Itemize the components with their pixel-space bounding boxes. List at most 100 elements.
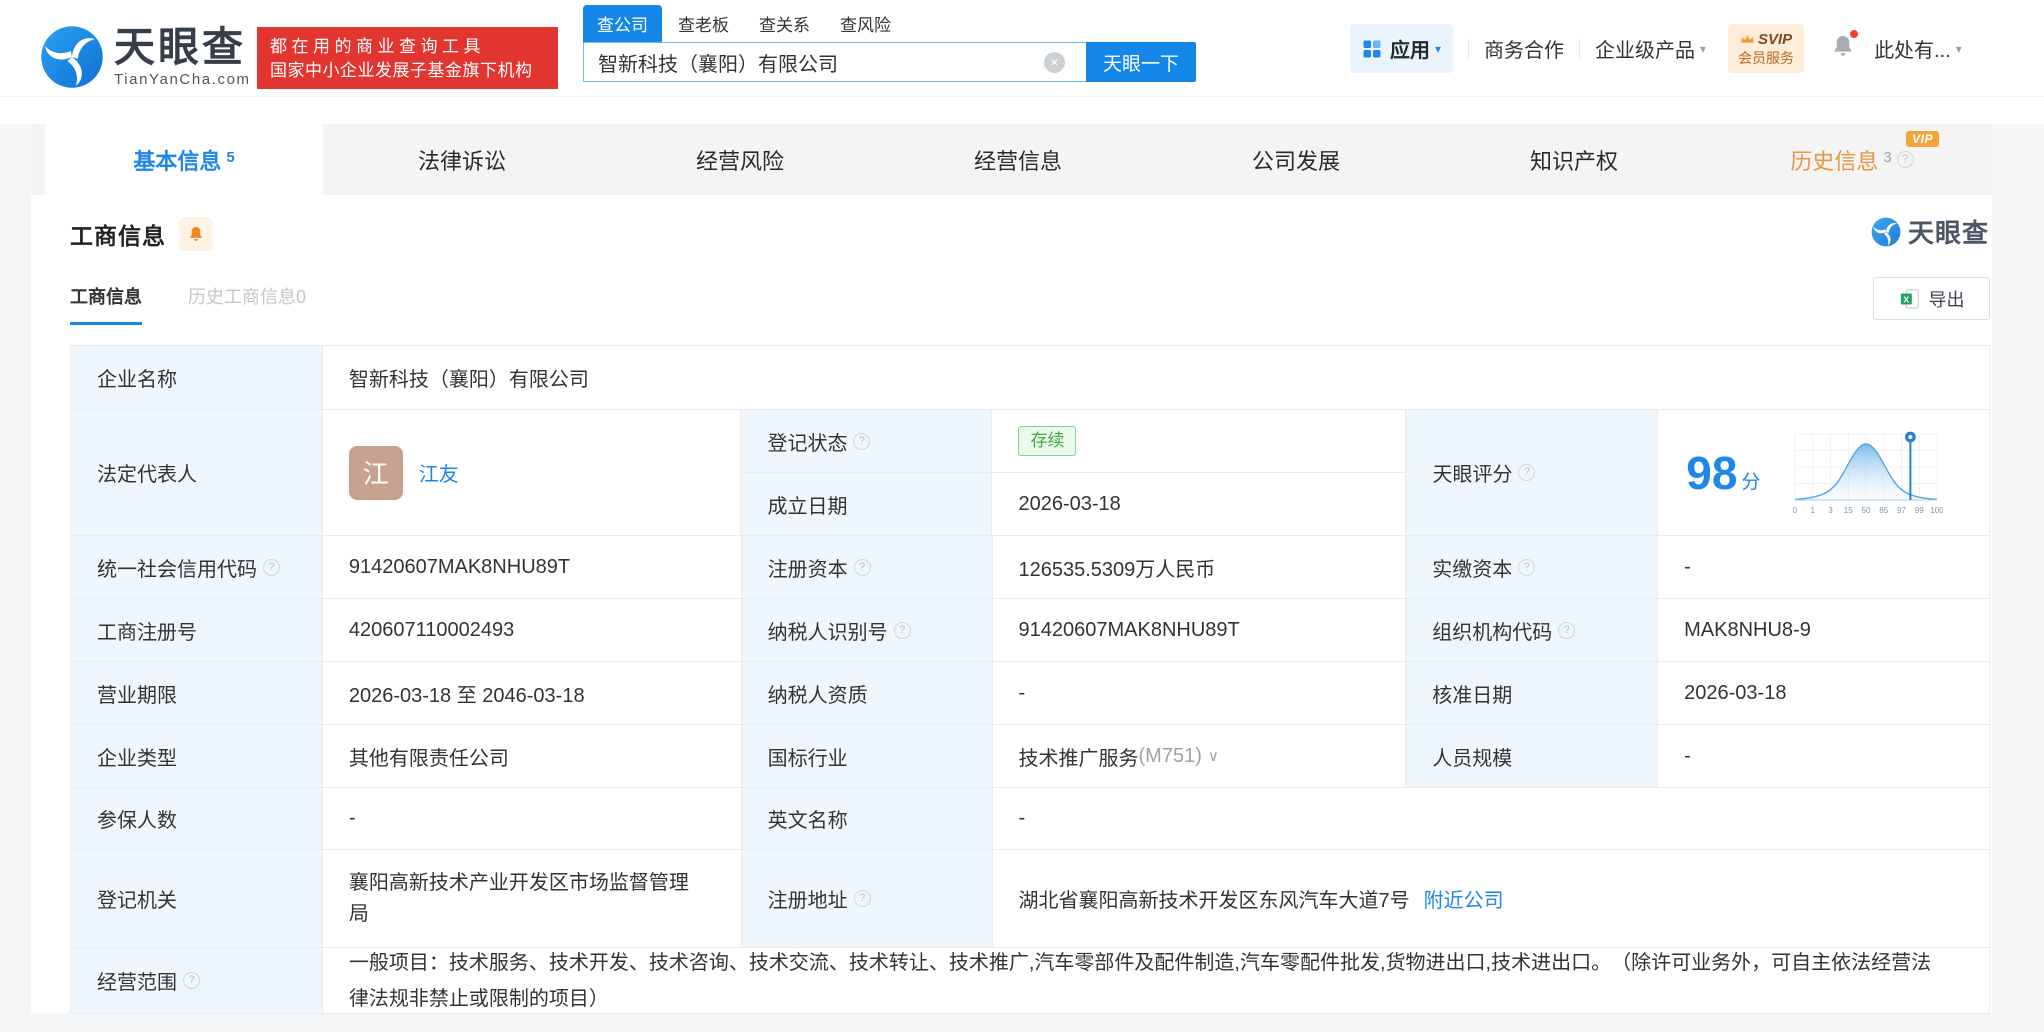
paid-capital-label: 实缴资本 ? [1406, 536, 1659, 599]
page: 天眼查 TianYanCha.com 都在用的商业查询工具 国家中小企业发展子基… [0, 0, 2044, 1032]
company-name-value: 智新科技（襄阳）有限公司 [322, 346, 1990, 410]
tab-operational-risk[interactable]: 经营风险 [601, 124, 879, 195]
svg-text:1: 1 [1811, 506, 1816, 515]
paid-capital-value: - [1658, 536, 1990, 599]
tab-history-info[interactable]: VIP 历史信息 3 ? [1713, 124, 1991, 195]
business-term-value: 2026-03-18 至 2046-03-18 [322, 662, 742, 725]
svg-text:85: 85 [1879, 506, 1888, 515]
export-button[interactable]: X 导出 [1873, 277, 1990, 320]
tab-business-info[interactable]: 经营信息 [879, 124, 1157, 195]
industry-label: 国标行业 [741, 725, 993, 788]
enterprise-products-link[interactable]: 企业级产品 [1595, 34, 1695, 63]
table-row: 经营范围 ? 一般项目：技术服务、技术开发、技术咨询、技术交流、技术转让、技术推… [71, 948, 1990, 1014]
help-icon[interactable]: ? [1896, 151, 1914, 168]
search-tab-boss[interactable]: 查老板 [678, 5, 729, 42]
search-tabs: 查公司 查老板 查关系 查风险 [583, 5, 1196, 42]
svip-member-button[interactable]: SVIP 会员服务 [1728, 23, 1805, 74]
tab-company-development[interactable]: 公司发展 [1157, 124, 1435, 195]
subtab-business-info[interactable]: 工商信息 [70, 283, 142, 325]
tianyancha-logo[interactable]: 天眼查 TianYanCha.com [40, 25, 251, 89]
tab-label: 法律诉讼 [417, 148, 506, 174]
header-gap [0, 97, 2044, 124]
help-icon[interactable]: ? [853, 890, 871, 907]
logo-domain: TianYanCha.com [114, 71, 251, 89]
search-tab-company[interactable]: 查公司 [583, 5, 662, 42]
notification-dot [1849, 29, 1860, 39]
score-distribution-chart: 0 1 3 15 50 85 97 99 100 [1793, 431, 1943, 515]
subtab-history-business-info[interactable]: 历史工商信息0 [188, 283, 306, 325]
reg-status-value: 存续 [992, 410, 1407, 473]
notifications-bell[interactable] [1830, 29, 1860, 64]
divider [1579, 38, 1581, 59]
header-menu: 应用 ▾ 商务合作 企业级产品 ▾ SVIP 会员服务 此处有... ▾ [1350, 0, 1962, 97]
search-button[interactable]: 天眼一下 [1086, 42, 1196, 82]
svip-label: SVIP [1757, 30, 1793, 48]
legal-rep-avatar[interactable]: 江 [348, 445, 403, 500]
user-menu[interactable]: 此处有... ▾ [1874, 34, 1962, 63]
address-text: 湖北省襄阳高新技术开发区东风汽车大道7号 [1018, 890, 1410, 912]
approved-date-label: 核准日期 [1406, 662, 1659, 725]
help-icon[interactable]: ? [893, 621, 911, 639]
section-title: 工商信息 [70, 223, 166, 249]
chevron-down-icon[interactable]: ∨ [1208, 747, 1219, 765]
reg-number-label: 工商注册号 [71, 599, 323, 662]
score-number: 98 [1686, 446, 1738, 499]
taxpayer-id-value: 91420607MAK8NHU89T [992, 599, 1407, 662]
logo-text: 天眼查 [114, 23, 246, 70]
tab-label: 经营风险 [695, 148, 784, 174]
help-icon[interactable]: ? [853, 558, 871, 576]
svg-text:99: 99 [1915, 506, 1924, 515]
tab-basic-info[interactable]: 基本信息 5 [45, 124, 323, 195]
apps-menu[interactable]: 应用 ▾ [1350, 24, 1454, 73]
tab-label: 知识产权 [1529, 148, 1618, 174]
industry-value: 技术推广服务 (M751) ∨ [992, 725, 1407, 788]
tab-label: 基本信息 [133, 148, 222, 174]
help-icon[interactable]: ? [183, 972, 200, 989]
help-icon[interactable]: ? [1518, 464, 1536, 481]
help-icon[interactable]: ? [1558, 621, 1576, 639]
reg-address-value: 湖北省襄阳高新技术开发区东风汽车大道7号 附近公司 [992, 850, 1991, 948]
business-cooperation-link[interactable]: 商务合作 [1484, 34, 1564, 63]
tab-legal-proceedings[interactable]: 法律诉讼 [323, 124, 601, 195]
legal-rep-label: 法定代表人 [71, 410, 323, 536]
org-code-value: MAK8NHU8-9 [1658, 599, 1990, 662]
watermark-text: 天眼查 [1907, 218, 1989, 248]
svg-text:15: 15 [1844, 506, 1853, 515]
help-icon[interactable]: ? [853, 432, 871, 450]
legal-rep-value: 江 江友 [322, 410, 742, 536]
staff-size-value: - [1658, 725, 1990, 788]
promo-line1: 都在用的商业查询工具 [270, 37, 485, 56]
tianyan-score-value: 98 分 0 1 3 15 50 85 97 99 100 [1658, 410, 1990, 536]
tab-label: 历史信息 [1790, 148, 1879, 174]
help-icon[interactable]: ? [1518, 558, 1536, 576]
search-tab-relation[interactable]: 查关系 [759, 5, 810, 42]
reg-number-value: 420607110002493 [322, 599, 742, 662]
table-row: 统一社会信用代码 ? 91420607MAK8NHU89T 注册资本 ? 126… [71, 536, 1990, 599]
business-term-label: 营业期限 [71, 662, 323, 725]
svg-text:0: 0 [1793, 506, 1798, 515]
reg-capital-label: 注册资本 ? [741, 536, 993, 599]
excel-icon: X [1900, 288, 1919, 309]
search-area: 查公司 查老板 查关系 查风险 天眼一下 × [583, 5, 1196, 82]
monitor-bell-button[interactable] [179, 217, 213, 251]
table-row: 营业期限 2026-03-18 至 2046-03-18 纳税人资质 - 核准日… [71, 662, 1990, 725]
tab-intellectual-property[interactable]: 知识产权 [1435, 124, 1713, 195]
search-tab-risk[interactable]: 查风险 [840, 5, 891, 42]
tianyan-score-label: 天眼评分 ? [1406, 410, 1659, 536]
tianyancha-watermark: 天眼查 [1871, 213, 1989, 250]
registry-authority-label: 登记机关 [71, 850, 323, 948]
table-row: 登记机关 襄阳高新技术产业开发区市场监督管理局 注册地址 ? 湖北省襄阳高新技术… [71, 850, 1991, 948]
taxpayer-id-label: 纳税人识别号 ? [741, 599, 993, 662]
tab-label: 经营信息 [973, 148, 1062, 174]
industry-code: (M751) [1138, 744, 1202, 767]
help-icon[interactable]: ? [263, 558, 280, 576]
company-search-input[interactable] [583, 42, 1086, 82]
business-info-card: 工商信息 天眼查 工商信息 历史工商信息0 X 导出 企业名称 智新科技（襄阳）… [31, 195, 1992, 1014]
org-code-label: 组织机构代码 ? [1406, 599, 1659, 662]
english-name-value: - [992, 788, 1991, 850]
nearby-companies-link[interactable]: 附近公司 [1424, 884, 1504, 913]
tab-count: 3 [1883, 149, 1892, 166]
legal-rep-name-link[interactable]: 江友 [419, 458, 459, 487]
bell-icon [190, 226, 202, 241]
clear-search-icon[interactable]: × [1044, 52, 1065, 73]
